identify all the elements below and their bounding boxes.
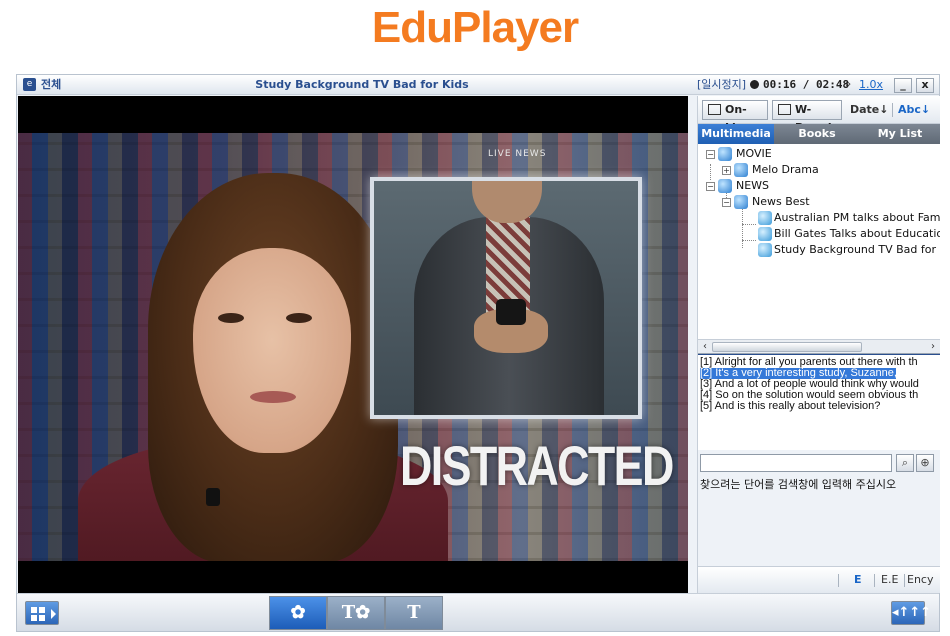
tree-line <box>742 208 743 248</box>
anchor-face <box>193 248 351 453</box>
tree-node-label: News Best <box>752 195 810 208</box>
speed-button[interactable]: 1.0x <box>859 77 883 93</box>
date-sort-button[interactable]: Date↓ <box>850 102 889 118</box>
close-button[interactable]: x <box>916 78 934 93</box>
collapse-icon[interactable]: − <box>722 198 731 207</box>
subtitle-list: [1] Alright for all you parents out ther… <box>698 354 940 450</box>
expand-icon[interactable]: + <box>722 166 731 175</box>
scroll-left-icon[interactable]: ‹ <box>698 340 712 354</box>
grid-icon <box>39 615 45 621</box>
tree-node-news[interactable]: − NEWS <box>706 178 936 194</box>
tree-node-melo-drama[interactable]: + Melo Drama <box>722 162 936 178</box>
tree-node-label: NEWS <box>736 179 770 192</box>
smartphone <box>496 299 526 325</box>
tree-line <box>742 240 756 241</box>
online-button[interactable]: On-Line <box>702 100 768 134</box>
window-title: Study Background TV Bad for Kids <box>255 78 469 91</box>
tree-node-label: MOVIE <box>736 147 772 160</box>
equalizer-button[interactable]: ◂↑↑↑ <box>891 601 931 625</box>
tree-item-label: Bill Gates Talks about Education <box>774 227 940 240</box>
collapse-icon[interactable]: − <box>706 182 715 191</box>
tab-books[interactable]: Books <box>778 124 856 144</box>
online-icon <box>708 104 721 115</box>
layout-menu-button[interactable] <box>25 601 59 625</box>
bottom-control-bar: ✿ T✿ T ◂↑↑↑ <box>17 593 939 631</box>
collapse-icon[interactable]: − <box>706 150 715 159</box>
search-hint: 찾으려는 단어를 검색창에 입력해 주십시오 <box>700 478 897 491</box>
folder-icon <box>734 195 748 209</box>
word-search-area: ⌕ ⊕ 찾으려는 단어를 검색창에 입력해 주십시오 <box>698 450 940 566</box>
tree-node-news-best[interactable]: − News Best <box>722 194 936 210</box>
fast-forward-icon: » <box>845 79 852 90</box>
folder-icon <box>718 147 732 161</box>
tree-horizontal-scrollbar[interactable]: ‹ › <box>698 340 940 354</box>
add-word-icon[interactable]: ⊕ <box>916 454 934 472</box>
title-bar: e 전체 Study Background TV Bad for Kids [일… <box>17 75 939 95</box>
scroll-thumb[interactable] <box>712 342 862 352</box>
dict-divider <box>838 574 839 587</box>
lapel-mic <box>206 488 220 506</box>
side-toolbar: On-Line W-Board Date↓ Abc↓ <box>698 96 940 134</box>
mode-text-video-button[interactable]: T✿ <box>327 596 385 630</box>
folder-icon <box>734 163 748 177</box>
time-readout: 00:16 / 02:48 <box>763 78 850 91</box>
subtitle-line[interactable]: [5] And is this really about television? <box>700 401 880 412</box>
search-icon[interactable]: ⌕ <box>896 454 914 472</box>
dict-ency-button[interactable]: Ency <box>907 573 933 587</box>
dict-ee-button[interactable]: E.E <box>881 573 898 587</box>
grid-icon <box>39 607 45 613</box>
playback-status: [일시정지] <box>697 78 747 91</box>
tree-item-label: Australian PM talks about Family <box>774 211 940 224</box>
dict-divider <box>874 574 875 587</box>
dict-divider <box>904 574 905 587</box>
dict-e-button[interactable]: E <box>854 573 862 587</box>
arrow-right-icon <box>51 609 56 619</box>
abc-sort-button[interactable]: Abc↓ <box>898 102 930 118</box>
tree-item-study-background[interactable]: Study Background TV Bad for Kids <box>756 242 940 258</box>
tree-item-bill-gates[interactable]: Bill Gates Talks about Education <box>756 226 940 242</box>
tree-line <box>742 224 756 225</box>
page-root: EduPlayer e 전체 Study Background TV Bad f… <box>0 0 950 636</box>
grid-icon <box>31 615 37 621</box>
clock-icon <box>750 80 759 89</box>
tab-my-list[interactable]: My List <box>860 124 940 144</box>
mode-video-button[interactable]: ✿ <box>269 596 327 630</box>
video-frame: LIVE NEWS DISTRACTED <box>18 133 688 561</box>
mode-text-button[interactable]: T <box>385 596 443 630</box>
grid-icon <box>31 607 37 613</box>
tree-item-label: Study Background TV Bad for Kids <box>774 243 940 256</box>
word-search-input[interactable] <box>700 454 892 472</box>
dictionary-bar: E E.E Ency <box>698 566 940 593</box>
wboard-button[interactable]: W-Board <box>772 100 842 134</box>
app-logo-icon: e <box>23 78 36 91</box>
side-panel: On-Line W-Board Date↓ Abc↓ Multimedia Bo… <box>697 96 940 593</box>
player-window: e 전체 Study Background TV Bad for Kids [일… <box>16 74 940 632</box>
toolbar-divider <box>892 103 893 117</box>
media-file-icon <box>758 227 772 241</box>
inset-channel-tag: LIVE NEWS <box>488 149 547 159</box>
scroll-right-icon[interactable]: › <box>926 340 940 354</box>
video-caption: DISTRACTED <box>400 434 674 497</box>
brand-title: EduPlayer <box>371 3 579 52</box>
inset-picture <box>370 177 642 419</box>
media-file-icon <box>758 211 772 225</box>
tree-node-movie[interactable]: − MOVIE <box>706 146 936 162</box>
video-area[interactable]: LIVE NEWS DISTRACTED <box>18 96 688 593</box>
wboard-icon <box>778 104 791 115</box>
tab-multimedia[interactable]: Multimedia <box>698 124 774 144</box>
anchor-lips <box>250 391 296 403</box>
anchor-eye <box>286 313 312 323</box>
media-file-icon <box>758 243 772 257</box>
library-tabs: Multimedia Books My List <box>698 124 940 144</box>
anchor-eye <box>218 313 244 323</box>
folder-icon <box>718 179 732 193</box>
tree-item-australian-pm[interactable]: Australian PM talks about Family <box>756 210 940 226</box>
tree-node-label: Melo Drama <box>752 163 819 176</box>
full-view-label[interactable]: 전체 <box>41 77 61 93</box>
minimize-button[interactable]: _ <box>894 78 912 93</box>
media-tree: − MOVIE + Melo Drama − NEWS − News Best … <box>698 144 940 340</box>
